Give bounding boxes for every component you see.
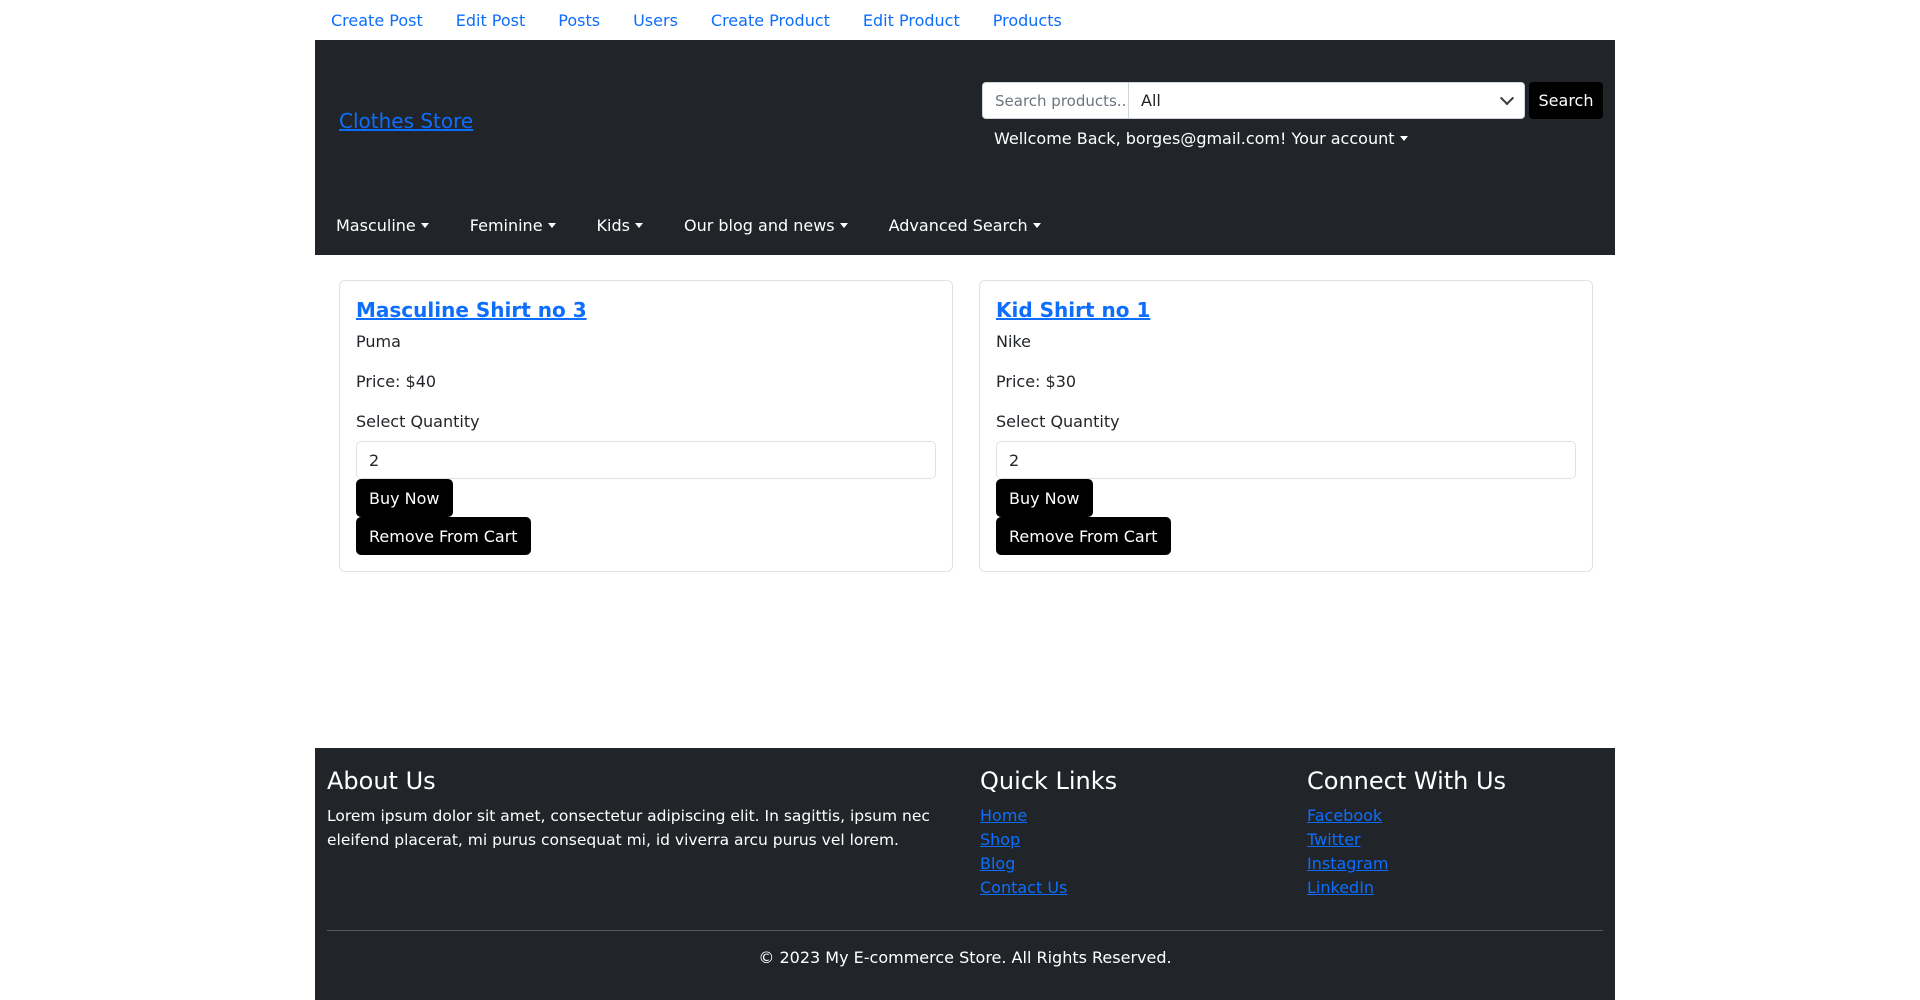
nav-kids-dropdown[interactable]: Kids: [597, 216, 643, 235]
caret-down-icon: [839, 223, 848, 228]
quantity-label: Select Quantity: [996, 412, 1120, 431]
linkedin-link[interactable]: LinkedIn: [1307, 876, 1607, 900]
footer-blog-link[interactable]: Blog: [980, 852, 1280, 876]
edit-product-link[interactable]: Edit Product: [863, 11, 960, 30]
caret-down-icon: [634, 223, 643, 228]
product-brand: Nike: [996, 332, 1031, 351]
products-link[interactable]: Products: [993, 11, 1062, 30]
admin-top-nav: Create Post Edit Post Posts Users Create…: [315, 0, 1095, 40]
site-header: Clothes Store Search products... All Sea…: [315, 40, 1615, 255]
quantity-label: Select Quantity: [356, 412, 480, 431]
nav-feminine-label: Feminine: [469, 216, 543, 235]
footer-contact-link[interactable]: Contact Us: [980, 876, 1280, 900]
nav-blog-label: Our blog and news: [683, 216, 835, 235]
quantity-input[interactable]: 2: [356, 441, 936, 479]
about-text: Lorem ipsum dolor sit amet, consectetur …: [327, 807, 930, 849]
footer-shop-link[interactable]: Shop: [980, 828, 1280, 852]
product-price: Price: $40: [356, 372, 437, 391]
welcome-text: Wellcome Back, borges@gmail.com! Your ac…: [994, 129, 1395, 148]
product-brand: Puma: [356, 332, 401, 351]
cart-item-card: Kid Shirt no 1 Nike Price: $30 Select Qu…: [979, 280, 1593, 572]
nav-masculine-label: Masculine: [336, 216, 416, 235]
about-section: About Us Lorem ipsum dolor sit amet, con…: [327, 766, 967, 852]
remove-from-cart-button[interactable]: Remove From Cart: [356, 517, 531, 555]
site-footer: About Us Lorem ipsum dolor sit amet, con…: [315, 748, 1615, 1000]
create-post-link[interactable]: Create Post: [331, 11, 423, 30]
account-dropdown[interactable]: Wellcome Back, borges@gmail.com! Your ac…: [994, 129, 1408, 148]
remove-from-cart-button[interactable]: Remove From Cart: [996, 517, 1171, 555]
search-bar: Search products... All Search: [982, 82, 1603, 119]
nav-advanced-search-label: Advanced Search: [888, 216, 1028, 235]
product-price: Price: $30: [996, 372, 1077, 391]
category-select-value: All: [1141, 91, 1161, 110]
nav-masculine-dropdown[interactable]: Masculine: [336, 216, 429, 235]
quantity-input[interactable]: 2: [996, 441, 1576, 479]
quick-links-heading: Quick Links: [980, 767, 1118, 795]
nav-advanced-search-dropdown[interactable]: Advanced Search: [889, 216, 1041, 235]
twitter-link[interactable]: Twitter: [1307, 828, 1607, 852]
footer-divider: [327, 930, 1603, 931]
quick-links-section: Quick Links Home Shop Blog Contact Us: [980, 766, 1280, 900]
product-title-link[interactable]: Kid Shirt no 1: [996, 298, 1150, 322]
nav-feminine-dropdown[interactable]: Feminine: [470, 216, 556, 235]
category-nav: Masculine Feminine Kids Our blog and new…: [315, 216, 1041, 235]
search-button[interactable]: Search: [1529, 82, 1603, 119]
edit-post-link[interactable]: Edit Post: [456, 11, 526, 30]
nav-kids-label: Kids: [596, 216, 630, 235]
copyright-text: © 2023 My E-commerce Store. All Rights R…: [758, 948, 1172, 967]
instagram-link[interactable]: Instagram: [1307, 852, 1607, 876]
footer-home-link[interactable]: Home: [980, 804, 1280, 828]
chevron-down-icon: [1499, 90, 1515, 105]
product-title-link[interactable]: Masculine Shirt no 3: [356, 298, 587, 322]
caret-down-icon: [1032, 223, 1041, 228]
caret-down-icon: [420, 223, 429, 228]
caret-down-icon: [547, 223, 556, 228]
category-select[interactable]: All: [1129, 82, 1525, 119]
connect-heading: Connect With Us: [1307, 767, 1507, 795]
buy-now-button[interactable]: Buy Now: [356, 479, 453, 517]
nav-blog-dropdown[interactable]: Our blog and news: [684, 216, 848, 235]
users-link[interactable]: Users: [633, 11, 678, 30]
search-input[interactable]: Search products...: [982, 82, 1129, 119]
connect-section: Connect With Us Facebook Twitter Instagr…: [1307, 766, 1607, 900]
brand-link[interactable]: Clothes Store: [339, 109, 473, 133]
cart-item-card: Masculine Shirt no 3 Puma Price: $40 Sel…: [339, 280, 953, 572]
facebook-link[interactable]: Facebook: [1307, 804, 1607, 828]
caret-down-icon: [1399, 136, 1408, 141]
about-heading: About Us: [327, 767, 436, 795]
posts-link[interactable]: Posts: [558, 11, 600, 30]
buy-now-button[interactable]: Buy Now: [996, 479, 1093, 517]
create-product-link[interactable]: Create Product: [711, 11, 830, 30]
